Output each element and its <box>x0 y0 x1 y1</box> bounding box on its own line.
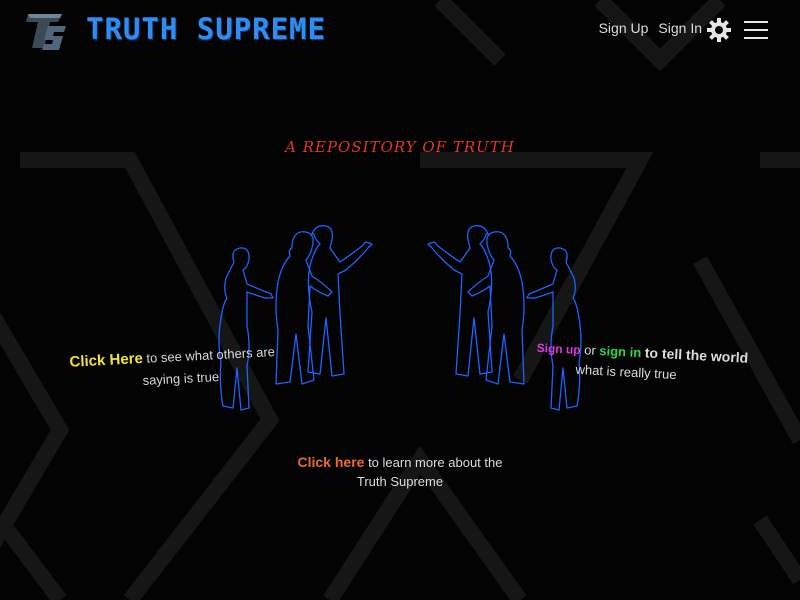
page: TRUTH SUPREME Sign Up Sign In A REPOSITO… <box>0 0 800 600</box>
signup-link[interactable]: Sign Up <box>599 20 649 36</box>
bottom-cta: Click here to learn more about the Truth… <box>0 453 800 491</box>
hamburger-menu-icon[interactable] <box>744 21 768 39</box>
gear-icon[interactable] <box>707 18 731 42</box>
signup-cta-link[interactable]: Sign up <box>536 341 581 357</box>
right-cta-or: or <box>583 342 597 358</box>
right-cta-text-1: to tell the world <box>644 344 749 366</box>
people-silhouettes-illustration <box>218 225 582 411</box>
bottom-cta-text-2: Truth Supreme <box>356 474 444 489</box>
signin-link[interactable]: Sign In <box>658 20 702 36</box>
click-here-others-link[interactable]: Click Here <box>69 350 143 371</box>
header-nav: Sign Up Sign In <box>599 20 702 36</box>
bottom-cta-text-1: to learn more about the <box>368 455 503 470</box>
click-here-learn-more-link[interactable]: Click here <box>298 454 365 470</box>
signin-cta-link[interactable]: sign in <box>599 343 642 360</box>
logo-ts-icon[interactable] <box>22 10 70 54</box>
left-cta-text-1: to see what others are <box>146 344 276 366</box>
tagline: A REPOSITORY OF TRUTH <box>285 138 515 156</box>
brand-title[interactable]: TRUTH SUPREME <box>86 12 326 46</box>
